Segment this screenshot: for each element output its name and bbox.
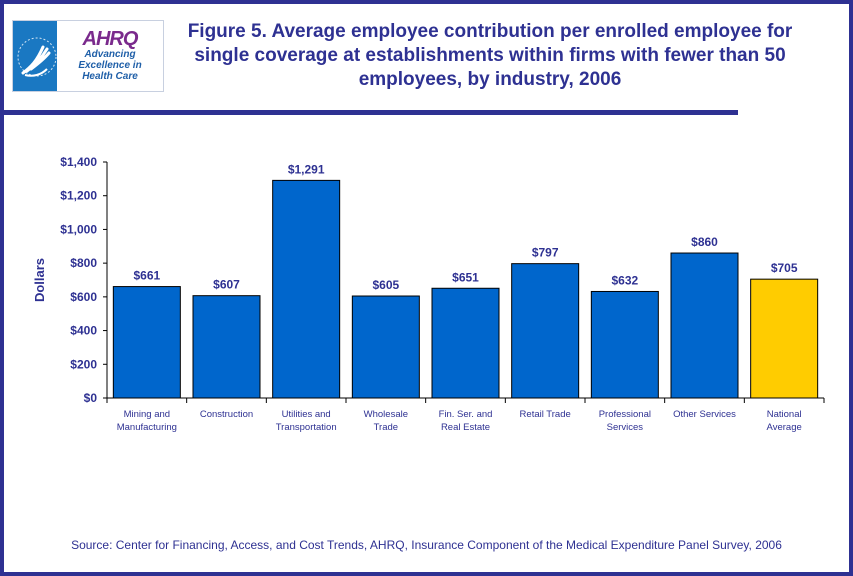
data-label: $607 bbox=[213, 278, 240, 292]
x-tick-label: Wholesale bbox=[364, 409, 408, 420]
x-tick-label: Professional bbox=[599, 409, 651, 420]
y-tick-label: $1,200 bbox=[60, 189, 97, 203]
x-tick-label: Construction bbox=[200, 409, 253, 420]
bar bbox=[431, 287, 500, 399]
data-label: $705 bbox=[771, 261, 798, 275]
y-tick-label: $1,400 bbox=[60, 155, 97, 169]
x-tick-label: Other Services bbox=[673, 409, 736, 420]
bar bbox=[750, 278, 819, 399]
chart-title: Figure 5. Average employee contribution … bbox=[187, 21, 793, 90]
ahrq-brand: AHRQ bbox=[82, 28, 139, 50]
x-tick-label: Fin. Ser. and bbox=[439, 409, 493, 420]
x-tick-label: Utilities and bbox=[282, 409, 331, 420]
x-tick-label: Trade bbox=[374, 422, 398, 433]
y-tick-label: $800 bbox=[70, 256, 97, 270]
title-divider bbox=[4, 110, 738, 115]
data-label: $797 bbox=[532, 246, 559, 260]
data-label: $860 bbox=[691, 235, 718, 249]
y-tick-label: $400 bbox=[70, 324, 97, 338]
y-tick-label: $0 bbox=[84, 391, 98, 405]
ahrq-tagline-1: Advancing bbox=[84, 49, 136, 60]
bar bbox=[112, 286, 181, 399]
bar bbox=[511, 263, 580, 399]
hhs-eagle-seal-icon bbox=[13, 21, 57, 91]
y-tick-label: $200 bbox=[70, 357, 97, 371]
x-tick-label: Retail Trade bbox=[520, 409, 571, 420]
y-tick-label: $600 bbox=[70, 290, 97, 304]
bar bbox=[351, 295, 420, 399]
y-axis-label: Dollars bbox=[32, 258, 47, 302]
data-label: $1,291 bbox=[288, 162, 325, 176]
data-label: $605 bbox=[372, 278, 399, 292]
bar bbox=[590, 290, 659, 399]
x-tick-label: National bbox=[767, 409, 802, 420]
x-tick-label: Average bbox=[767, 422, 802, 433]
x-tick-label: Real Estate bbox=[441, 422, 490, 433]
x-tick-label: Manufacturing bbox=[117, 422, 177, 433]
ahrq-tagline-2: Excellence in bbox=[78, 60, 142, 71]
bar bbox=[670, 252, 739, 399]
data-label: $661 bbox=[133, 269, 160, 283]
bar-chart: Dollars $0 $200 $400 $600 $800 $1,000 $1,200 $1,… bbox=[32, 155, 825, 433]
x-tick-label: Mining and bbox=[124, 409, 170, 420]
ahrq-logo: AHRQ Advancing Excellence in Health Care bbox=[12, 20, 164, 92]
data-label: $651 bbox=[452, 270, 479, 284]
data-label: $632 bbox=[611, 273, 638, 287]
bar bbox=[192, 295, 261, 399]
x-tick-label: Services bbox=[607, 422, 644, 433]
y-tick-label: $1,000 bbox=[60, 222, 97, 236]
x-tick-label: Transportation bbox=[276, 422, 337, 433]
ahrq-tagline-3: Health Care bbox=[82, 71, 138, 82]
source-note: Source: Center for Financing, Access, an… bbox=[71, 538, 782, 552]
bar bbox=[272, 179, 341, 399]
